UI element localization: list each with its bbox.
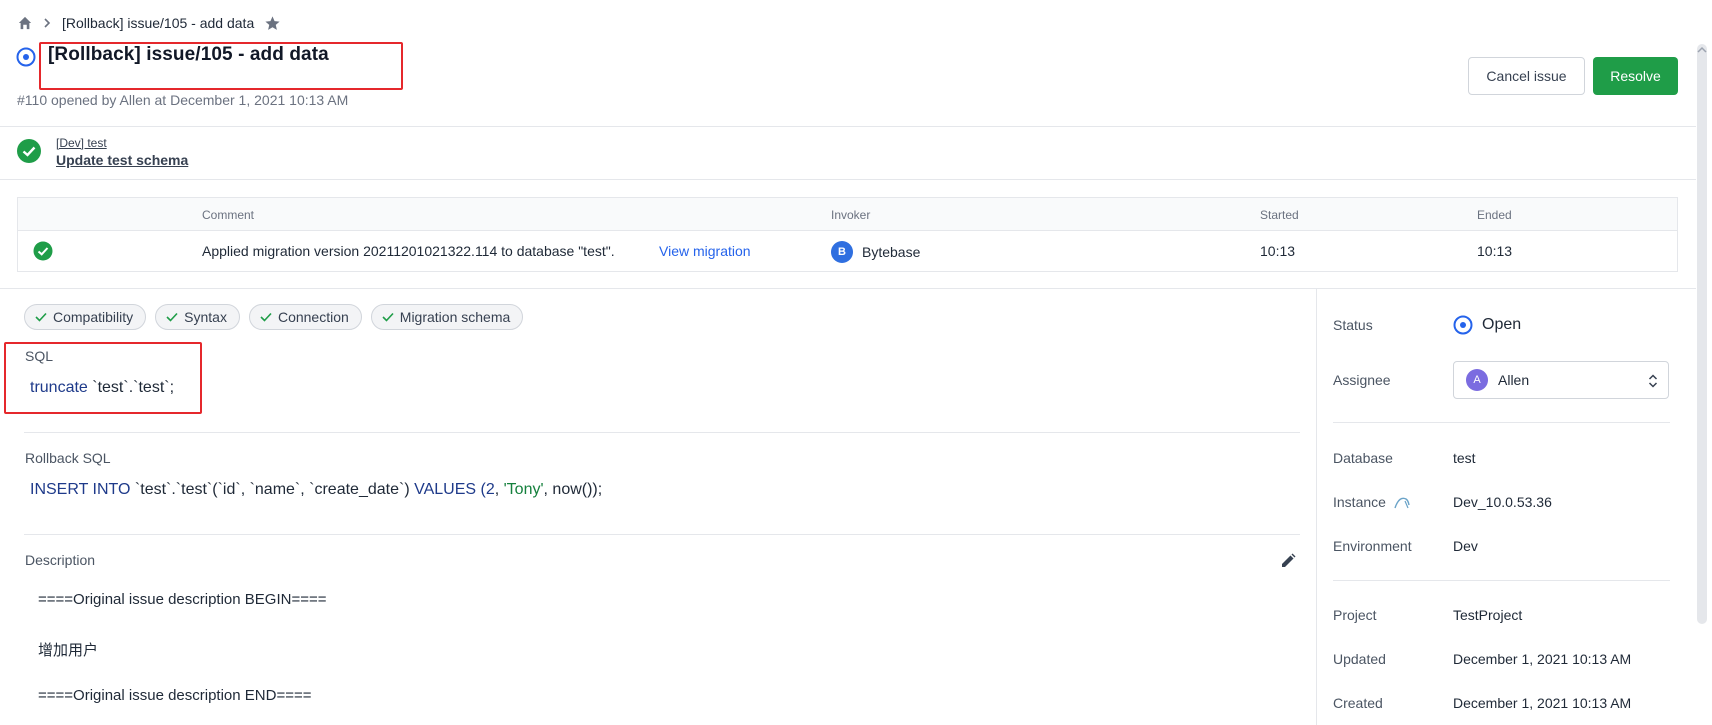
view-migration-link[interactable]: View migration bbox=[659, 243, 751, 259]
mysql-icon bbox=[1394, 497, 1410, 509]
rollback-sql-label: Rollback SQL bbox=[25, 450, 111, 466]
project-label: Project bbox=[1333, 607, 1377, 623]
sql-code[interactable]: truncate `test`.`test`; bbox=[30, 379, 174, 397]
row-ended: 10:13 bbox=[1477, 243, 1513, 259]
environment-value[interactable]: Dev bbox=[1453, 538, 1478, 554]
header-ended: Ended bbox=[1477, 208, 1512, 222]
check-chip-connection[interactable]: Connection bbox=[248, 304, 362, 330]
check-label: Compatibility bbox=[53, 309, 134, 325]
avatar: A bbox=[1466, 369, 1488, 391]
check-icon bbox=[382, 312, 394, 322]
description-line: 增加用户 bbox=[38, 642, 99, 659]
cancel-issue-button[interactable]: Cancel issue bbox=[1468, 57, 1585, 95]
edit-pencil-icon[interactable] bbox=[1280, 553, 1296, 572]
status-text: Open bbox=[1482, 316, 1522, 333]
check-icon bbox=[260, 312, 272, 322]
home-icon[interactable] bbox=[18, 16, 32, 30]
row-comment: Applied migration version 20211201021322… bbox=[202, 243, 615, 259]
row-invoker: B Bytebase bbox=[831, 241, 920, 263]
instance-value[interactable]: Dev_10.0.53.36 bbox=[1453, 494, 1552, 510]
sql-label: SQL bbox=[25, 348, 54, 364]
resolve-button[interactable]: Resolve bbox=[1593, 57, 1678, 95]
rollback-sql-code[interactable]: INSERT INTO `test`.`test`(`id`, `name`, … bbox=[30, 481, 602, 499]
check-icon bbox=[35, 312, 47, 322]
stage-name[interactable]: Update test schema bbox=[56, 152, 188, 168]
check-circle-icon bbox=[33, 241, 53, 264]
created-label: Created bbox=[1333, 695, 1383, 711]
description-line: ====Original issue description END==== bbox=[38, 687, 312, 704]
status-value: Open bbox=[1453, 315, 1521, 335]
updated-label: Updated bbox=[1333, 651, 1386, 667]
table-header: Comment Invoker Started Ended bbox=[18, 198, 1677, 231]
breadcrumb: [Rollback] issue/105 - add data bbox=[18, 12, 281, 34]
check-label: Connection bbox=[277, 309, 349, 325]
divider bbox=[1333, 580, 1670, 581]
divider bbox=[0, 179, 1696, 180]
environment-label: Environment bbox=[1333, 538, 1412, 554]
description-label: Description bbox=[25, 552, 96, 568]
task-run-table: Comment Invoker Started Ended Applied mi… bbox=[17, 197, 1678, 272]
star-icon[interactable] bbox=[264, 15, 281, 32]
pipeline-stage[interactable]: [Dev] test Update test schema bbox=[16, 136, 188, 168]
database-label: Database bbox=[1333, 450, 1393, 466]
updated-value: December 1, 2021 10:13 AM bbox=[1453, 651, 1632, 667]
divider bbox=[0, 126, 1696, 127]
status-open-icon bbox=[16, 47, 36, 70]
status-open-icon bbox=[1453, 315, 1473, 335]
check-chip-compatibility[interactable]: Compatibility bbox=[24, 304, 147, 330]
check-label: Migration schema bbox=[399, 309, 511, 325]
instance-label: Instance bbox=[1333, 494, 1411, 510]
table-row: Applied migration version 20211201021322… bbox=[18, 231, 1677, 272]
check-label: Syntax bbox=[184, 309, 227, 325]
assignee-label: Assignee bbox=[1333, 372, 1391, 388]
description-line: ====Original issue description BEGIN==== bbox=[38, 591, 327, 608]
check-chip-migration-schema[interactable]: Migration schema bbox=[370, 304, 524, 330]
stage-env[interactable]: [Dev] test bbox=[56, 136, 188, 150]
created-value: December 1, 2021 10:13 AM bbox=[1453, 695, 1632, 711]
scroll-up-icon[interactable] bbox=[1696, 42, 1708, 53]
issue-subtitle: #110 opened by Allen at December 1, 2021… bbox=[17, 92, 349, 108]
breadcrumb-current: [Rollback] issue/105 - add data bbox=[62, 15, 255, 31]
divider bbox=[0, 288, 1696, 289]
select-updown-icon bbox=[1648, 373, 1658, 392]
assignee-name: Allen bbox=[1498, 372, 1530, 388]
header-comment: Comment bbox=[202, 208, 255, 222]
issue-title[interactable]: [Rollback] issue/105 - add data bbox=[48, 44, 329, 66]
check-icon bbox=[166, 312, 178, 322]
scrollbar[interactable] bbox=[1697, 44, 1707, 624]
divider bbox=[1333, 422, 1670, 423]
avatar: B bbox=[831, 241, 853, 263]
check-chip-syntax[interactable]: Syntax bbox=[155, 304, 240, 330]
database-value[interactable]: test bbox=[1453, 450, 1476, 466]
chevron-right-icon bbox=[42, 18, 52, 28]
invoker-name: Bytebase bbox=[862, 244, 921, 260]
check-circle-icon bbox=[16, 138, 42, 167]
issue-title-row: [Rollback] issue/105 - add data bbox=[16, 44, 329, 67]
assignee-select[interactable]: A Allen bbox=[1453, 361, 1669, 399]
header-started: Started bbox=[1260, 208, 1299, 222]
header-invoker: Invoker bbox=[831, 208, 871, 222]
row-started: 10:13 bbox=[1260, 243, 1296, 259]
project-value[interactable]: TestProject bbox=[1453, 607, 1522, 623]
task-checks: Compatibility Syntax Connection Migratio… bbox=[24, 304, 524, 330]
divider bbox=[24, 534, 1300, 535]
sidebar-divider bbox=[1316, 289, 1317, 725]
instance-label-text: Instance bbox=[1333, 494, 1386, 510]
divider bbox=[24, 432, 1300, 433]
status-label: Status bbox=[1333, 317, 1373, 333]
